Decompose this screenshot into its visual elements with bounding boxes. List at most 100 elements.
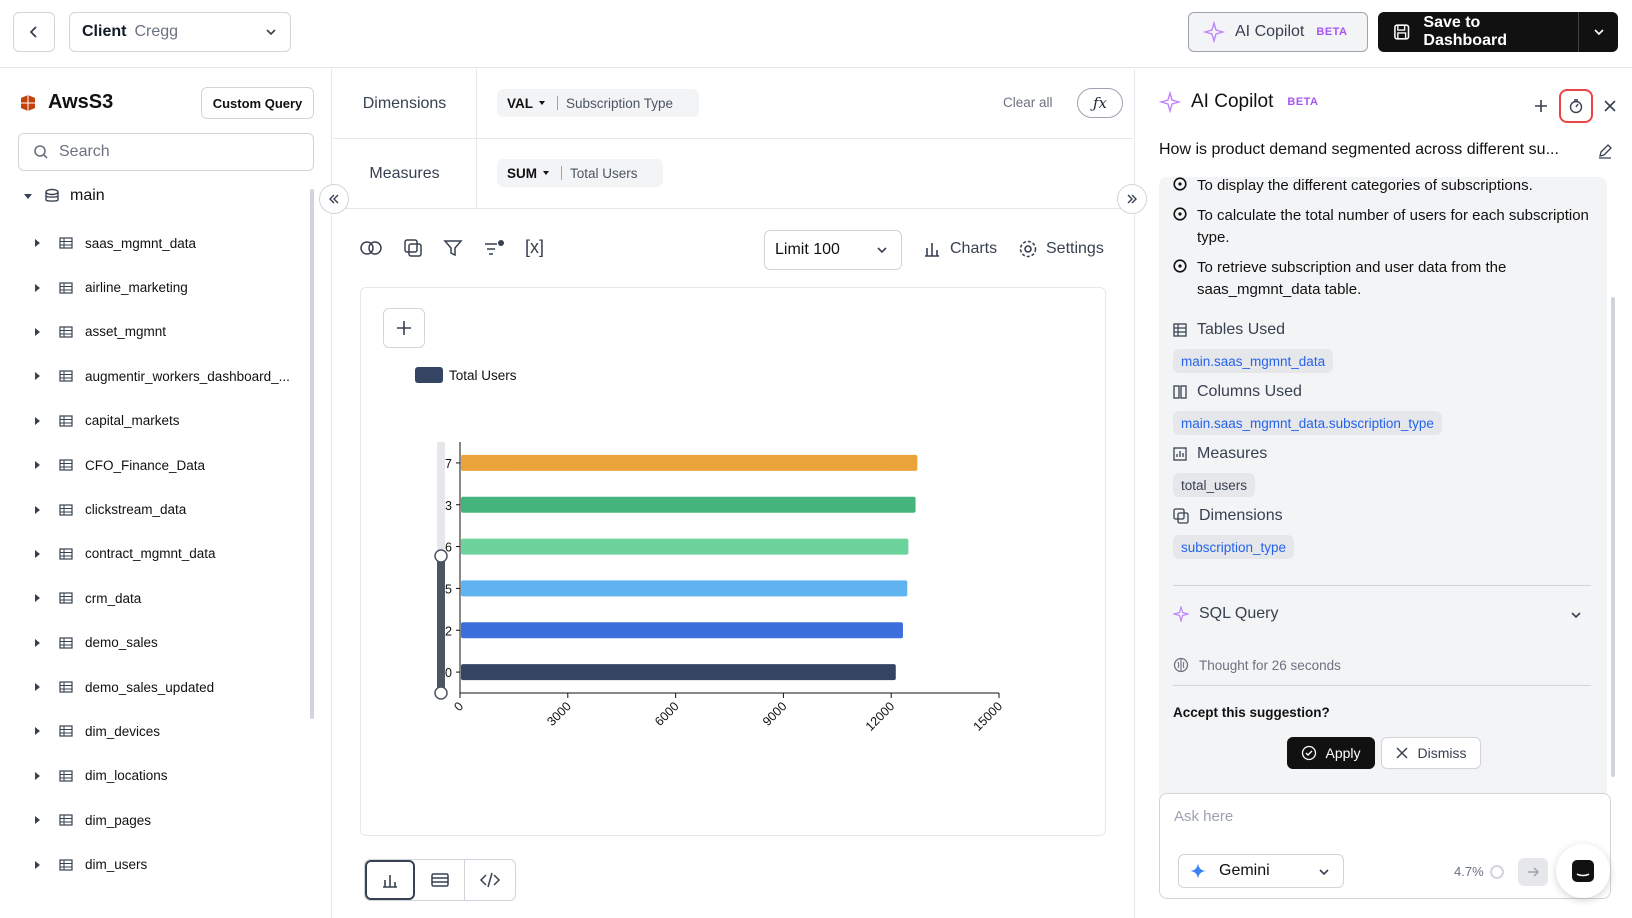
chat-support-button[interactable] xyxy=(1556,844,1610,898)
dimensions-tag[interactable]: subscription_type xyxy=(1173,535,1295,559)
dimensions-heading: Dimensions xyxy=(1173,507,1283,525)
apply-button[interactable]: Apply xyxy=(1287,737,1375,769)
top-bar: Client Cregg AI Copilot BETA Save to Das… xyxy=(0,0,1632,68)
columns-used-tag[interactable]: main.saas_mgmnt_data.subscription_type xyxy=(1173,411,1442,435)
measures-tag[interactable]: total_users xyxy=(1173,473,1256,497)
y-tick-label: 3 xyxy=(445,499,452,513)
caret-right-icon[interactable] xyxy=(33,549,45,559)
table-item[interactable]: augmentir_workers_dashboard_... xyxy=(33,354,290,398)
table-icon xyxy=(59,548,73,560)
bar-3 xyxy=(461,496,916,513)
view-toggle xyxy=(364,859,516,901)
collapse-left-button[interactable] xyxy=(319,184,349,214)
dismiss-button[interactable]: Dismiss xyxy=(1381,737,1481,769)
table-item[interactable]: dim_pages xyxy=(33,798,290,842)
ask-input[interactable]: Ask here Gemini 4.7% xyxy=(1159,793,1611,899)
check-circle-icon xyxy=(1173,259,1187,273)
caret-right-icon[interactable] xyxy=(33,726,45,736)
back-button[interactable] xyxy=(13,12,55,52)
dimension-pill[interactable]: VAL Subscription Type xyxy=(497,89,699,117)
table-view-button[interactable] xyxy=(415,860,465,900)
table-item[interactable]: dim_users xyxy=(33,842,290,886)
table-icon xyxy=(59,415,73,427)
clear-all-link[interactable]: Clear all xyxy=(1003,95,1053,110)
table-name: augmentir_workers_dashboard_... xyxy=(85,368,290,384)
x-tick-label: 15000 xyxy=(971,699,1006,734)
table-item[interactable]: saas_mgmnt_data xyxy=(33,221,290,265)
settings-button[interactable]: Settings xyxy=(1018,239,1104,259)
measures-heading: Measures xyxy=(1173,445,1267,463)
table-item[interactable]: demo_sales xyxy=(33,621,290,665)
caret-right-icon[interactable] xyxy=(33,815,45,825)
send-button[interactable] xyxy=(1518,858,1548,886)
chevron-down-icon xyxy=(1319,869,1329,876)
caret-right-icon[interactable] xyxy=(33,638,45,648)
limit-select[interactable]: Limit 100 xyxy=(764,230,902,270)
expand-right-button[interactable] xyxy=(1117,184,1147,214)
token-usage: 4.7% xyxy=(1454,864,1504,879)
ai-copilot-button[interactable]: AI Copilot BETA xyxy=(1188,12,1368,52)
formula-button[interactable]: ƒx xyxy=(1077,88,1123,118)
table-item[interactable]: asset_mgmnt xyxy=(33,310,290,354)
caret-down-icon xyxy=(539,101,545,105)
table-item[interactable]: capital_markets xyxy=(33,399,290,443)
sql-query-toggle[interactable]: SQL Query xyxy=(1173,605,1278,623)
columns-icon xyxy=(1173,385,1187,399)
measure-agg[interactable]: SUM xyxy=(507,166,551,181)
table-item[interactable]: airline_marketing xyxy=(33,265,290,309)
table-item[interactable]: crm_data xyxy=(33,576,290,620)
zoom-handle-bottom[interactable] xyxy=(434,686,448,700)
save-to-dashboard-button[interactable]: Save to Dashboard xyxy=(1378,12,1578,52)
code-view-button[interactable] xyxy=(465,860,515,900)
table-item[interactable]: CFO_Finance_Data xyxy=(33,443,290,487)
charts-button[interactable]: Charts xyxy=(922,239,997,259)
copilot-scrollbar[interactable] xyxy=(1611,297,1615,777)
caret-down-icon xyxy=(543,171,549,175)
sidebar-scrollbar[interactable] xyxy=(310,189,314,719)
caret-right-icon[interactable] xyxy=(33,860,45,870)
tables-used-tag[interactable]: main.saas_mgmnt_data xyxy=(1173,349,1334,373)
caret-right-icon[interactable] xyxy=(33,460,45,470)
save-label: Save to Dashboard xyxy=(1423,14,1507,49)
client-select[interactable]: Client Cregg xyxy=(69,12,291,52)
query-toolbar: [x] xyxy=(359,237,564,258)
table-item[interactable]: clickstream_data xyxy=(33,487,290,531)
filter-icon[interactable] xyxy=(443,237,463,258)
chart-view-button[interactable] xyxy=(365,860,415,900)
table-name: capital_markets xyxy=(85,413,180,429)
table-item[interactable]: dim_locations xyxy=(33,754,290,798)
dimension-agg[interactable]: VAL xyxy=(507,96,547,111)
copy-layers-icon[interactable] xyxy=(403,237,423,258)
table-item[interactable]: demo_sales_updated xyxy=(33,665,290,709)
caret-right-icon[interactable] xyxy=(33,416,45,426)
client-label: Client xyxy=(82,23,127,40)
schema-node[interactable]: main xyxy=(22,187,115,205)
variables-icon[interactable]: [x] xyxy=(525,237,544,258)
history-button[interactable] xyxy=(1559,89,1593,123)
caret-right-icon[interactable] xyxy=(33,505,45,515)
limit-value: Limit 100 xyxy=(775,241,840,258)
plus-icon xyxy=(1535,100,1547,112)
caret-right-icon[interactable] xyxy=(33,283,45,293)
close-panel-button[interactable] xyxy=(1603,99,1617,113)
caret-right-icon[interactable] xyxy=(33,771,45,781)
join-icon[interactable] xyxy=(359,237,383,258)
caret-right-icon[interactable] xyxy=(33,682,45,692)
sort-icon[interactable] xyxy=(483,237,505,258)
caret-right-icon[interactable] xyxy=(33,327,45,337)
chevron-down-icon[interactable] xyxy=(1569,608,1583,622)
edit-icon[interactable] xyxy=(1597,143,1613,159)
caret-right-icon[interactable] xyxy=(33,371,45,381)
table-search-input[interactable]: Search xyxy=(18,133,314,171)
source-name: AwsS3 xyxy=(48,91,114,113)
table-item[interactable]: dim_devices xyxy=(33,709,290,753)
thought-duration: Thought for 26 seconds xyxy=(1173,657,1341,673)
new-chat-button[interactable] xyxy=(1533,98,1549,114)
table-item[interactable]: contract_mgmnt_data xyxy=(33,532,290,576)
model-select[interactable]: Gemini xyxy=(1178,854,1344,888)
save-options-dropdown[interactable] xyxy=(1578,12,1618,52)
caret-right-icon[interactable] xyxy=(33,238,45,248)
measure-pill[interactable]: SUM Total Users xyxy=(497,159,663,187)
custom-query-button[interactable]: Custom Query xyxy=(201,87,314,119)
caret-right-icon[interactable] xyxy=(33,593,45,603)
